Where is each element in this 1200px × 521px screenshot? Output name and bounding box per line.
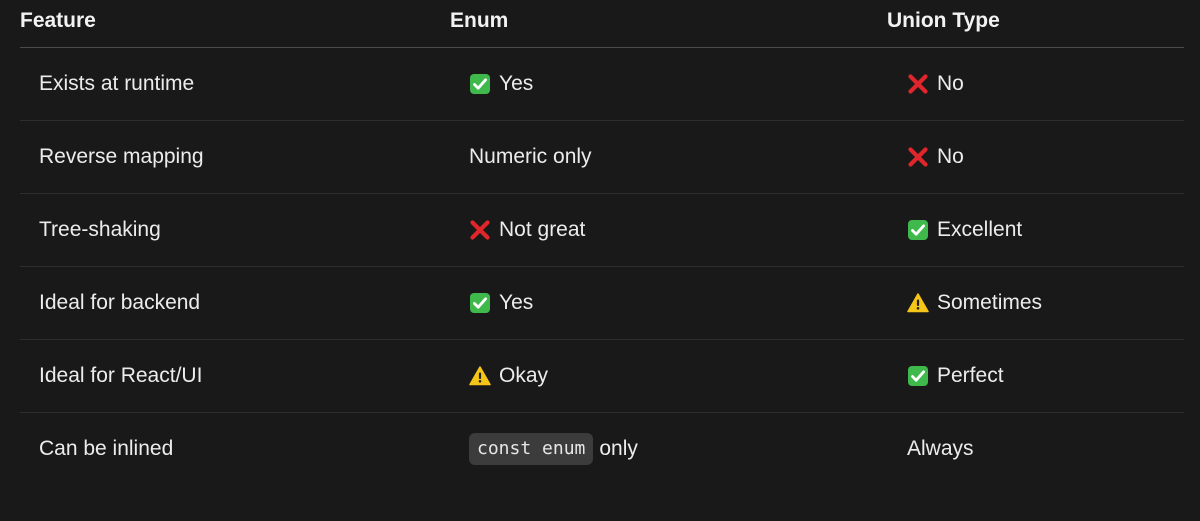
check-mark-icon <box>907 365 929 387</box>
cross-mark-icon <box>469 219 491 241</box>
union-text: No <box>937 145 964 168</box>
feature-text: Ideal for backend <box>39 291 201 314</box>
header-feature: Feature <box>20 9 96 32</box>
table-row: Exists at runtime Yes No <box>20 48 1184 121</box>
union-cell: Sometimes <box>907 267 1042 339</box>
enum-cell: Yes <box>469 48 533 120</box>
feature-cell: Ideal for backend <box>39 267 200 339</box>
enum-text: Numeric only <box>469 145 592 168</box>
inline-code: const enum <box>469 433 594 465</box>
enum-text: Yes <box>499 72 534 95</box>
enum-text: Not great <box>499 218 586 241</box>
feature-text: Tree-shaking <box>39 218 161 241</box>
union-cell: Excellent <box>907 194 1022 266</box>
table-row: Tree-shaking Not great Excellent <box>20 194 1184 267</box>
header-enum: Enum <box>450 9 509 32</box>
warning-icon <box>907 292 929 314</box>
enum-cell: const enum only <box>469 413 638 485</box>
enum-cell: Not great <box>469 194 585 266</box>
feature-text: Can be inlined <box>39 437 174 460</box>
union-cell: No <box>907 121 964 193</box>
check-mark-icon <box>469 73 491 95</box>
enum-cell: Okay <box>469 340 548 412</box>
feature-cell: Exists at runtime <box>39 48 194 120</box>
feature-cell: Reverse mapping <box>39 121 204 193</box>
table-row: Ideal for React/UI Okay Perfect <box>20 340 1184 413</box>
cross-mark-icon <box>907 146 929 168</box>
union-cell: No <box>907 48 964 120</box>
enum-text: only <box>599 437 638 460</box>
union-text: Sometimes <box>937 291 1043 314</box>
comparison-table: Feature Enum Union Type Exists at runtim… <box>20 0 1184 485</box>
check-mark-icon <box>469 292 491 314</box>
enum-text: Okay <box>499 364 549 387</box>
table-row: Reverse mapping Numeric only No <box>20 121 1184 194</box>
enum-text: Yes <box>499 291 534 314</box>
table-row: Ideal for backend Yes Sometimes <box>20 267 1184 340</box>
feature-cell: Can be inlined <box>39 413 173 485</box>
union-cell: Always <box>907 413 974 485</box>
feature-cell: Ideal for React/UI <box>39 340 202 412</box>
feature-text: Ideal for React/UI <box>39 364 203 387</box>
table-row: Can be inlined const enum only Always <box>20 413 1184 485</box>
table-header: Feature Enum Union Type <box>20 0 1184 48</box>
warning-icon <box>469 365 491 387</box>
feature-text: Exists at runtime <box>39 72 195 95</box>
header-union-type: Union Type <box>887 9 1000 32</box>
union-text: No <box>937 72 964 95</box>
enum-cell: Yes <box>469 267 533 339</box>
check-mark-icon <box>907 219 929 241</box>
union-text: Excellent <box>937 218 1023 241</box>
cross-mark-icon <box>907 73 929 95</box>
feature-text: Reverse mapping <box>39 145 204 168</box>
feature-cell: Tree-shaking <box>39 194 161 266</box>
enum-cell: Numeric only <box>469 121 592 193</box>
union-cell: Perfect <box>907 340 1004 412</box>
union-text: Always <box>907 437 974 460</box>
union-text: Perfect <box>937 364 1004 387</box>
